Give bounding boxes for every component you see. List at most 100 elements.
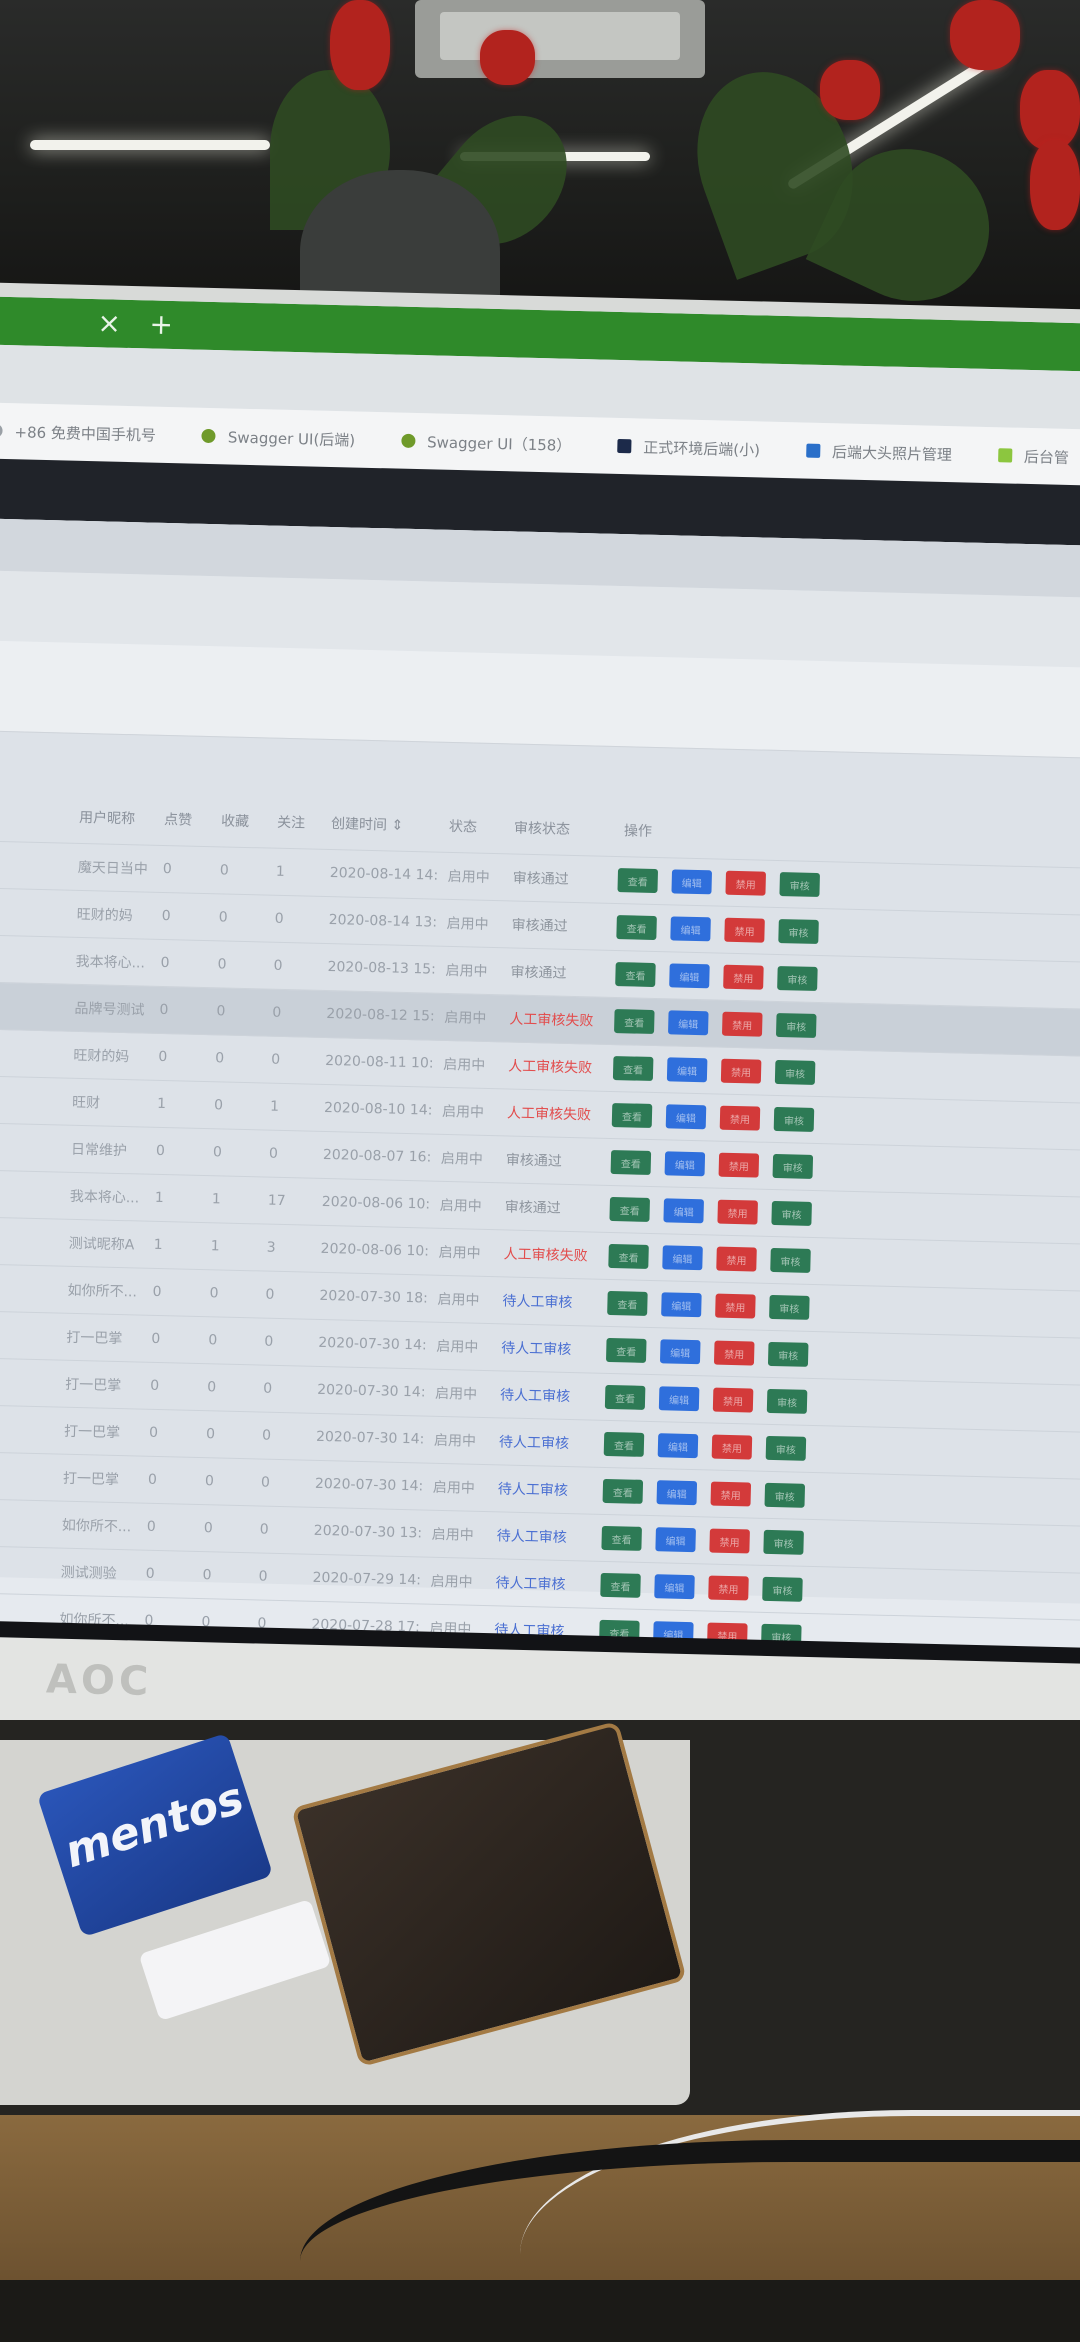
view-button[interactable]: 查看 (605, 1337, 647, 1363)
red-flower (950, 0, 1020, 70)
row-created-time: 2020-07-30 14: (314, 1475, 424, 1495)
row-review-status: 审核通过 (512, 870, 569, 888)
row-actions: 查看 编辑 禁用 审核 (608, 1233, 811, 1284)
row-review-status: 待人工审核 (499, 1387, 571, 1406)
row-status: 启用中 (431, 1526, 474, 1544)
disable-button[interactable]: 禁用 (713, 1340, 755, 1366)
view-button[interactable]: 查看 (608, 1243, 649, 1269)
disable-button[interactable]: 禁用 (721, 1011, 763, 1037)
disable-button[interactable]: 禁用 (718, 1152, 760, 1178)
disable-button[interactable]: 禁用 (725, 870, 767, 896)
view-button[interactable]: 查看 (601, 1525, 642, 1551)
review-button[interactable]: 审核 (770, 1247, 811, 1273)
edit-button[interactable]: 编辑 (666, 1057, 708, 1083)
view-button[interactable]: 查看 (610, 1149, 652, 1175)
edit-button[interactable]: 编辑 (665, 1104, 707, 1130)
row-favorites: 1 (211, 1191, 221, 1208)
header-created-time[interactable]: 创建时间 ⇕ (330, 797, 461, 852)
row-favorites: 0 (219, 862, 229, 879)
edit-button[interactable]: 编辑 (664, 1151, 706, 1177)
view-button[interactable]: 查看 (614, 1009, 655, 1035)
review-button[interactable]: 审核 (765, 1435, 807, 1461)
review-button[interactable]: 审核 (771, 1200, 812, 1226)
view-button[interactable]: 查看 (600, 1572, 641, 1598)
edit-button[interactable]: 编辑 (667, 1010, 709, 1036)
review-button[interactable]: 审核 (778, 919, 819, 944)
review-button[interactable]: 审核 (767, 1341, 809, 1367)
row-follows: 0 (265, 1286, 275, 1303)
row-created-time: 2020-07-30 14: (317, 1381, 426, 1401)
disable-button[interactable]: 禁用 (712, 1387, 754, 1413)
bookmark-item[interactable]: 后台管 (997, 445, 1070, 468)
edit-button[interactable]: 编辑 (669, 963, 710, 989)
bookmark-item[interactable]: Swagger UI（158） (400, 430, 572, 455)
disable-button[interactable]: 禁用 (723, 964, 764, 990)
disable-button[interactable]: 禁用 (709, 1528, 750, 1554)
row-follows: 1 (269, 1098, 280, 1115)
review-button[interactable]: 审核 (775, 1012, 817, 1038)
review-button[interactable]: 审核 (779, 872, 820, 898)
edit-button[interactable]: 编辑 (659, 1339, 701, 1365)
review-button[interactable]: 审核 (772, 1153, 814, 1179)
row-actions: 查看 编辑 禁用 审核 (604, 1374, 808, 1425)
row-status: 启用中 (430, 1573, 473, 1591)
tab-close-icon[interactable]: × (91, 305, 128, 342)
disable-button[interactable]: 禁用 (724, 917, 765, 943)
disable-button[interactable]: 禁用 (708, 1575, 749, 1601)
edit-button[interactable]: 编辑 (658, 1386, 700, 1412)
disable-button[interactable]: 禁用 (715, 1293, 756, 1319)
view-button[interactable]: 查看 (611, 1103, 653, 1128)
disable-button[interactable]: 禁用 (719, 1105, 761, 1131)
view-button[interactable]: 查看 (617, 868, 659, 894)
view-button[interactable]: 查看 (609, 1196, 650, 1222)
edit-button[interactable]: 编辑 (663, 1198, 704, 1224)
disable-button[interactable]: 禁用 (711, 1434, 753, 1460)
disable-button[interactable]: 禁用 (710, 1481, 752, 1507)
red-flower (480, 30, 535, 85)
view-button[interactable]: 查看 (602, 1478, 644, 1504)
row-favorites: 0 (203, 1520, 213, 1537)
edit-button[interactable]: 编辑 (662, 1245, 703, 1271)
review-button[interactable]: 审核 (777, 966, 818, 991)
edit-button[interactable]: 编辑 (656, 1480, 698, 1506)
review-button[interactable]: 审核 (762, 1576, 803, 1602)
office-ceiling (0, 0, 1080, 340)
view-button[interactable]: 查看 (603, 1431, 645, 1457)
row-actions: 查看 编辑 禁用 审核 (611, 1092, 815, 1143)
edit-button[interactable]: 编辑 (661, 1292, 702, 1318)
header-likes: 点赞 (163, 811, 193, 829)
red-flower (1020, 70, 1080, 150)
edit-button[interactable]: 编辑 (655, 1527, 696, 1553)
row-actions: 查看 编辑 禁用 审核 (602, 1468, 806, 1519)
bookmark-item[interactable]: 后端大头照片管理 (805, 440, 952, 465)
row-likes: 0 (148, 1424, 159, 1442)
row-likes: 0 (151, 1330, 161, 1348)
row-created-time: 2020-08-11 10: (325, 1052, 434, 1072)
new-tab-icon[interactable]: + (143, 306, 180, 343)
bookmark-item[interactable]: Swagger UI(后端) (201, 425, 356, 450)
view-button[interactable]: 查看 (612, 1056, 654, 1081)
row-favorites: 0 (202, 1567, 212, 1584)
review-button[interactable]: 审核 (769, 1294, 810, 1320)
view-button[interactable]: 查看 (604, 1384, 646, 1410)
disable-button[interactable]: 禁用 (717, 1199, 758, 1225)
row-created-time: 2020-07-30 14: (318, 1334, 427, 1354)
view-button[interactable]: 查看 (615, 962, 656, 988)
row-likes: 1 (156, 1095, 167, 1113)
edit-button[interactable]: 编辑 (670, 916, 711, 942)
review-button[interactable]: 审核 (774, 1059, 816, 1085)
edit-button[interactable]: 编辑 (657, 1433, 699, 1459)
edit-button[interactable]: 编辑 (654, 1574, 695, 1600)
view-button[interactable]: 查看 (607, 1290, 648, 1316)
red-flower (330, 0, 390, 90)
edit-button[interactable]: 编辑 (671, 869, 713, 895)
review-button[interactable]: 审核 (773, 1106, 815, 1132)
view-button[interactable]: 查看 (616, 915, 657, 941)
review-button[interactable]: 审核 (766, 1388, 808, 1414)
disable-button[interactable]: 禁用 (720, 1058, 762, 1084)
bookmark-item[interactable]: 正式环境后端(小) (617, 435, 760, 459)
review-button[interactable]: 审核 (763, 1529, 804, 1555)
review-button[interactable]: 审核 (764, 1482, 806, 1508)
disable-button[interactable]: 禁用 (716, 1246, 757, 1272)
bookmark-item[interactable]: +86 免费中国手机号 (0, 420, 156, 445)
